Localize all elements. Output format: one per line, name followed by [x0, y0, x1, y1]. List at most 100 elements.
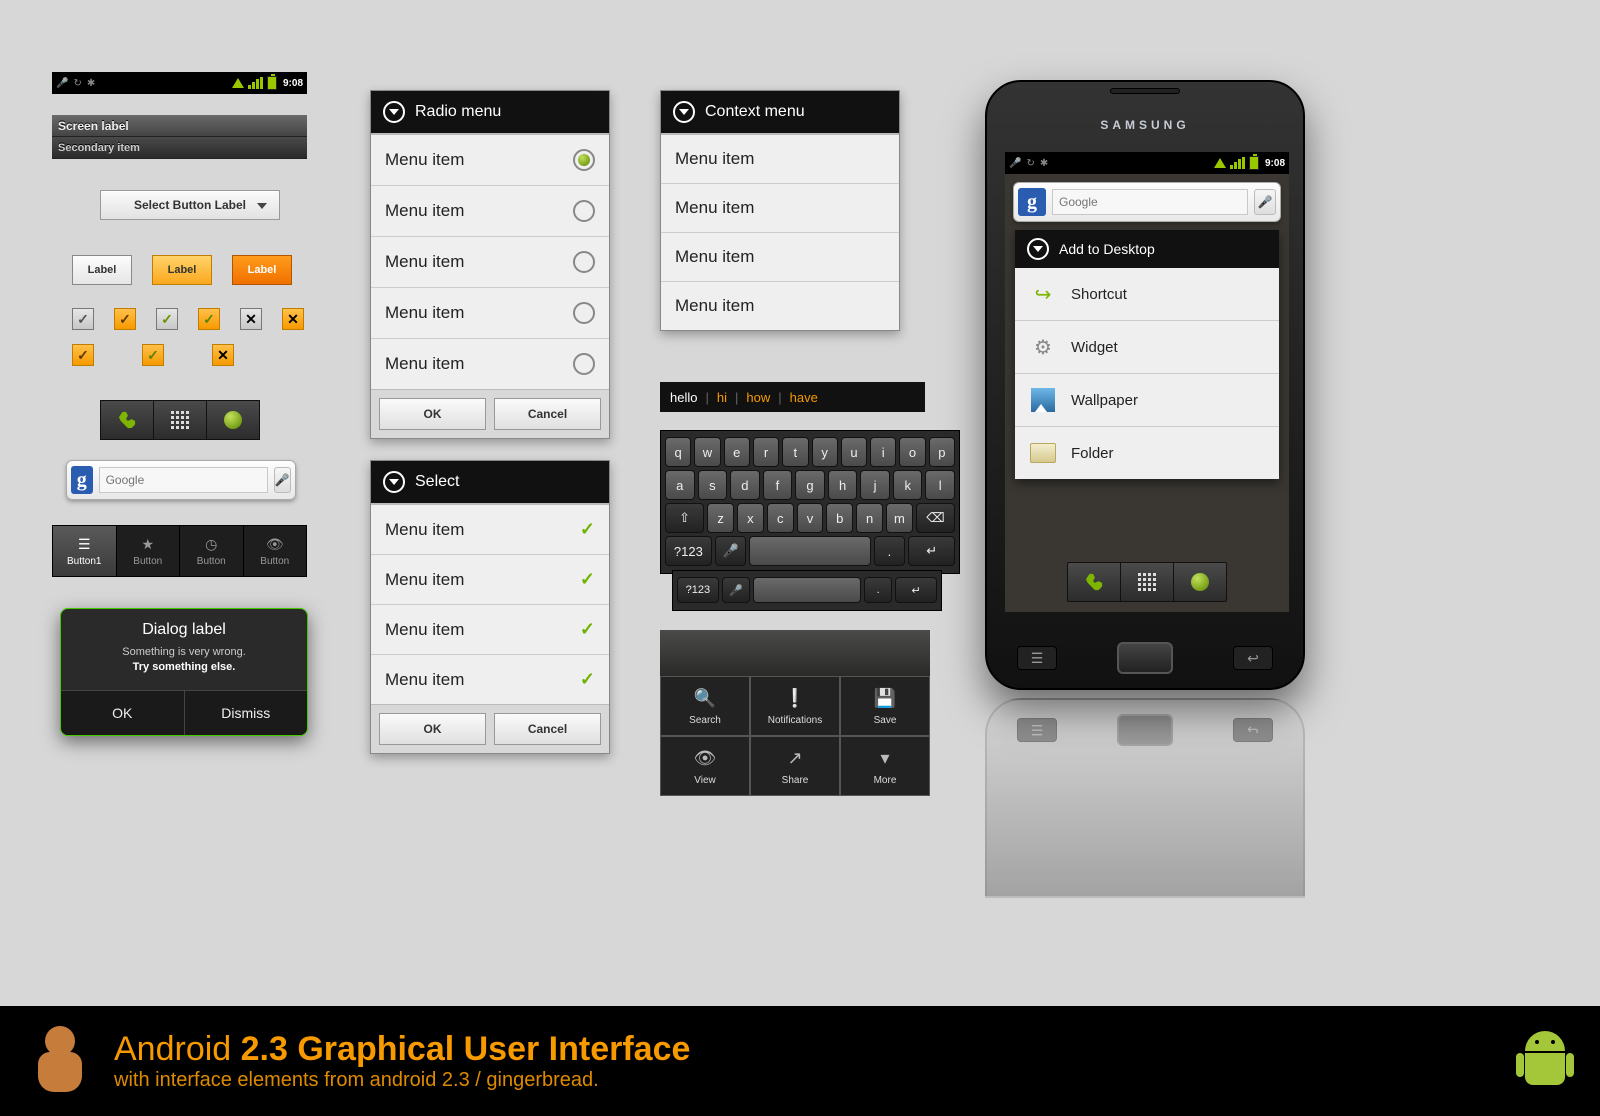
select-item[interactable]: Menu item✓: [371, 655, 609, 704]
key-r[interactable]: r: [753, 437, 779, 467]
key-🎤[interactable]: 🎤: [722, 577, 750, 603]
key-.[interactable]: .: [864, 577, 892, 603]
add-shortcut[interactable]: ↪Shortcut: [1015, 268, 1279, 321]
voice-search-button[interactable]: 🎤: [274, 467, 291, 493]
key-j[interactable]: j: [860, 470, 890, 500]
key-p[interactable]: p: [929, 437, 955, 467]
context-item[interactable]: Menu item: [661, 282, 899, 330]
key-b[interactable]: b: [826, 503, 853, 533]
tab-button-3[interactable]: ◷Button: [180, 526, 244, 576]
key-↵[interactable]: ↵: [895, 577, 937, 603]
key-f[interactable]: f: [763, 470, 793, 500]
search-input[interactable]: [99, 467, 268, 493]
checkbox-mixed[interactable]: ✓: [198, 308, 220, 330]
add-wallpaper[interactable]: Wallpaper: [1015, 374, 1279, 427]
key-a[interactable]: a: [665, 470, 695, 500]
apps-tab[interactable]: [1121, 563, 1174, 601]
key-␣[interactable]: [753, 577, 861, 603]
checkbox-green[interactable]: ✓: [156, 308, 178, 330]
key-y[interactable]: y: [812, 437, 838, 467]
select-spinner[interactable]: Select Button Label: [100, 190, 280, 220]
key-d[interactable]: d: [730, 470, 760, 500]
ok-button[interactable]: OK: [379, 398, 486, 430]
tab-button-1[interactable]: ☰Button1: [53, 526, 117, 576]
checkbox-checked[interactable]: ✓: [114, 308, 136, 330]
apps-tab[interactable]: [154, 401, 207, 439]
key-⌫[interactable]: ⌫: [916, 503, 955, 533]
key-m[interactable]: m: [886, 503, 913, 533]
options-share[interactable]: ↗Share: [750, 736, 840, 796]
browser-tab[interactable]: [207, 401, 259, 439]
google-g-icon[interactable]: g: [71, 466, 93, 494]
cancel-button[interactable]: Cancel: [494, 713, 601, 745]
label-button-active[interactable]: Label: [232, 255, 292, 285]
options-view[interactable]: 👁View: [660, 736, 750, 796]
key-⇧[interactable]: ⇧: [665, 503, 704, 533]
options-more[interactable]: ▾More: [840, 736, 930, 796]
home-hw-button[interactable]: [1117, 642, 1173, 674]
radio-item[interactable]: Menu item: [371, 288, 609, 339]
cancel-button[interactable]: Cancel: [494, 398, 601, 430]
radio-item[interactable]: Menu item: [371, 135, 609, 186]
key-x[interactable]: x: [737, 503, 764, 533]
key-🎤[interactable]: 🎤: [715, 536, 747, 566]
back-hw-button[interactable]: ↩: [1233, 646, 1273, 670]
select-item[interactable]: Menu item✓: [371, 555, 609, 605]
key-n[interactable]: n: [856, 503, 883, 533]
checkbox-alt2[interactable]: ✓: [142, 344, 164, 366]
key-c[interactable]: c: [767, 503, 794, 533]
key-␣[interactable]: [749, 536, 870, 566]
key-v[interactable]: v: [797, 503, 824, 533]
dialog-ok-button[interactable]: OK: [61, 691, 185, 735]
add-widget[interactable]: ⚙Widget: [1015, 321, 1279, 374]
browser-tab[interactable]: [1174, 563, 1226, 601]
key-z[interactable]: z: [707, 503, 734, 533]
label-button-default[interactable]: Label: [72, 255, 132, 285]
phone-tab[interactable]: [1068, 563, 1121, 601]
key-l[interactable]: l: [925, 470, 955, 500]
add-folder[interactable]: Folder: [1015, 427, 1279, 479]
phone-tab[interactable]: [101, 401, 154, 439]
ok-button[interactable]: OK: [379, 713, 486, 745]
tab-button-2[interactable]: ★Button: [117, 526, 181, 576]
key-q[interactable]: q: [665, 437, 691, 467]
voice-search-button[interactable]: 🎤: [1254, 189, 1276, 215]
key-k[interactable]: k: [893, 470, 923, 500]
key-e[interactable]: e: [724, 437, 750, 467]
key-.[interactable]: .: [874, 536, 906, 566]
google-g-icon[interactable]: g: [1018, 188, 1046, 216]
checkbox-disabled[interactable]: ✓: [72, 308, 94, 330]
key-s[interactable]: s: [698, 470, 728, 500]
key-w[interactable]: w: [694, 437, 720, 467]
options-notifications[interactable]: ❕Notifications: [750, 676, 840, 736]
checkbox-alt3[interactable]: ✕: [212, 344, 234, 366]
radio-item[interactable]: Menu item: [371, 339, 609, 389]
dialog-dismiss-button[interactable]: Dismiss: [185, 691, 308, 735]
phone-search-input[interactable]: [1052, 189, 1248, 215]
key-u[interactable]: u: [841, 437, 867, 467]
key-t[interactable]: t: [782, 437, 808, 467]
checkbox-alt1[interactable]: ✓: [72, 344, 94, 366]
key-h[interactable]: h: [828, 470, 858, 500]
context-item[interactable]: Menu item: [661, 135, 899, 184]
checkbox-cross-active[interactable]: ✕: [282, 308, 304, 330]
key-g[interactable]: g: [795, 470, 825, 500]
tab-button-4[interactable]: 👁Button: [244, 526, 307, 576]
label-button-highlight[interactable]: Label: [152, 255, 212, 285]
key-i[interactable]: i: [870, 437, 896, 467]
checkbox-cross[interactable]: ✕: [240, 308, 262, 330]
radio-item[interactable]: Menu item: [371, 186, 609, 237]
select-item[interactable]: Menu item✓: [371, 505, 609, 555]
options-search[interactable]: 🔍Search: [660, 676, 750, 736]
ime-suggestion-bar[interactable]: hello| hi| how| have: [660, 382, 925, 412]
context-item[interactable]: Menu item: [661, 184, 899, 233]
key-?123[interactable]: ?123: [665, 536, 712, 566]
options-save[interactable]: 💾Save: [840, 676, 930, 736]
select-item[interactable]: Menu item✓: [371, 605, 609, 655]
radio-item[interactable]: Menu item: [371, 237, 609, 288]
menu-hw-button[interactable]: ☰: [1017, 646, 1057, 670]
key-o[interactable]: o: [899, 437, 925, 467]
context-item[interactable]: Menu item: [661, 233, 899, 282]
key-↵[interactable]: ↵: [908, 536, 955, 566]
key-?123[interactable]: ?123: [677, 577, 719, 603]
